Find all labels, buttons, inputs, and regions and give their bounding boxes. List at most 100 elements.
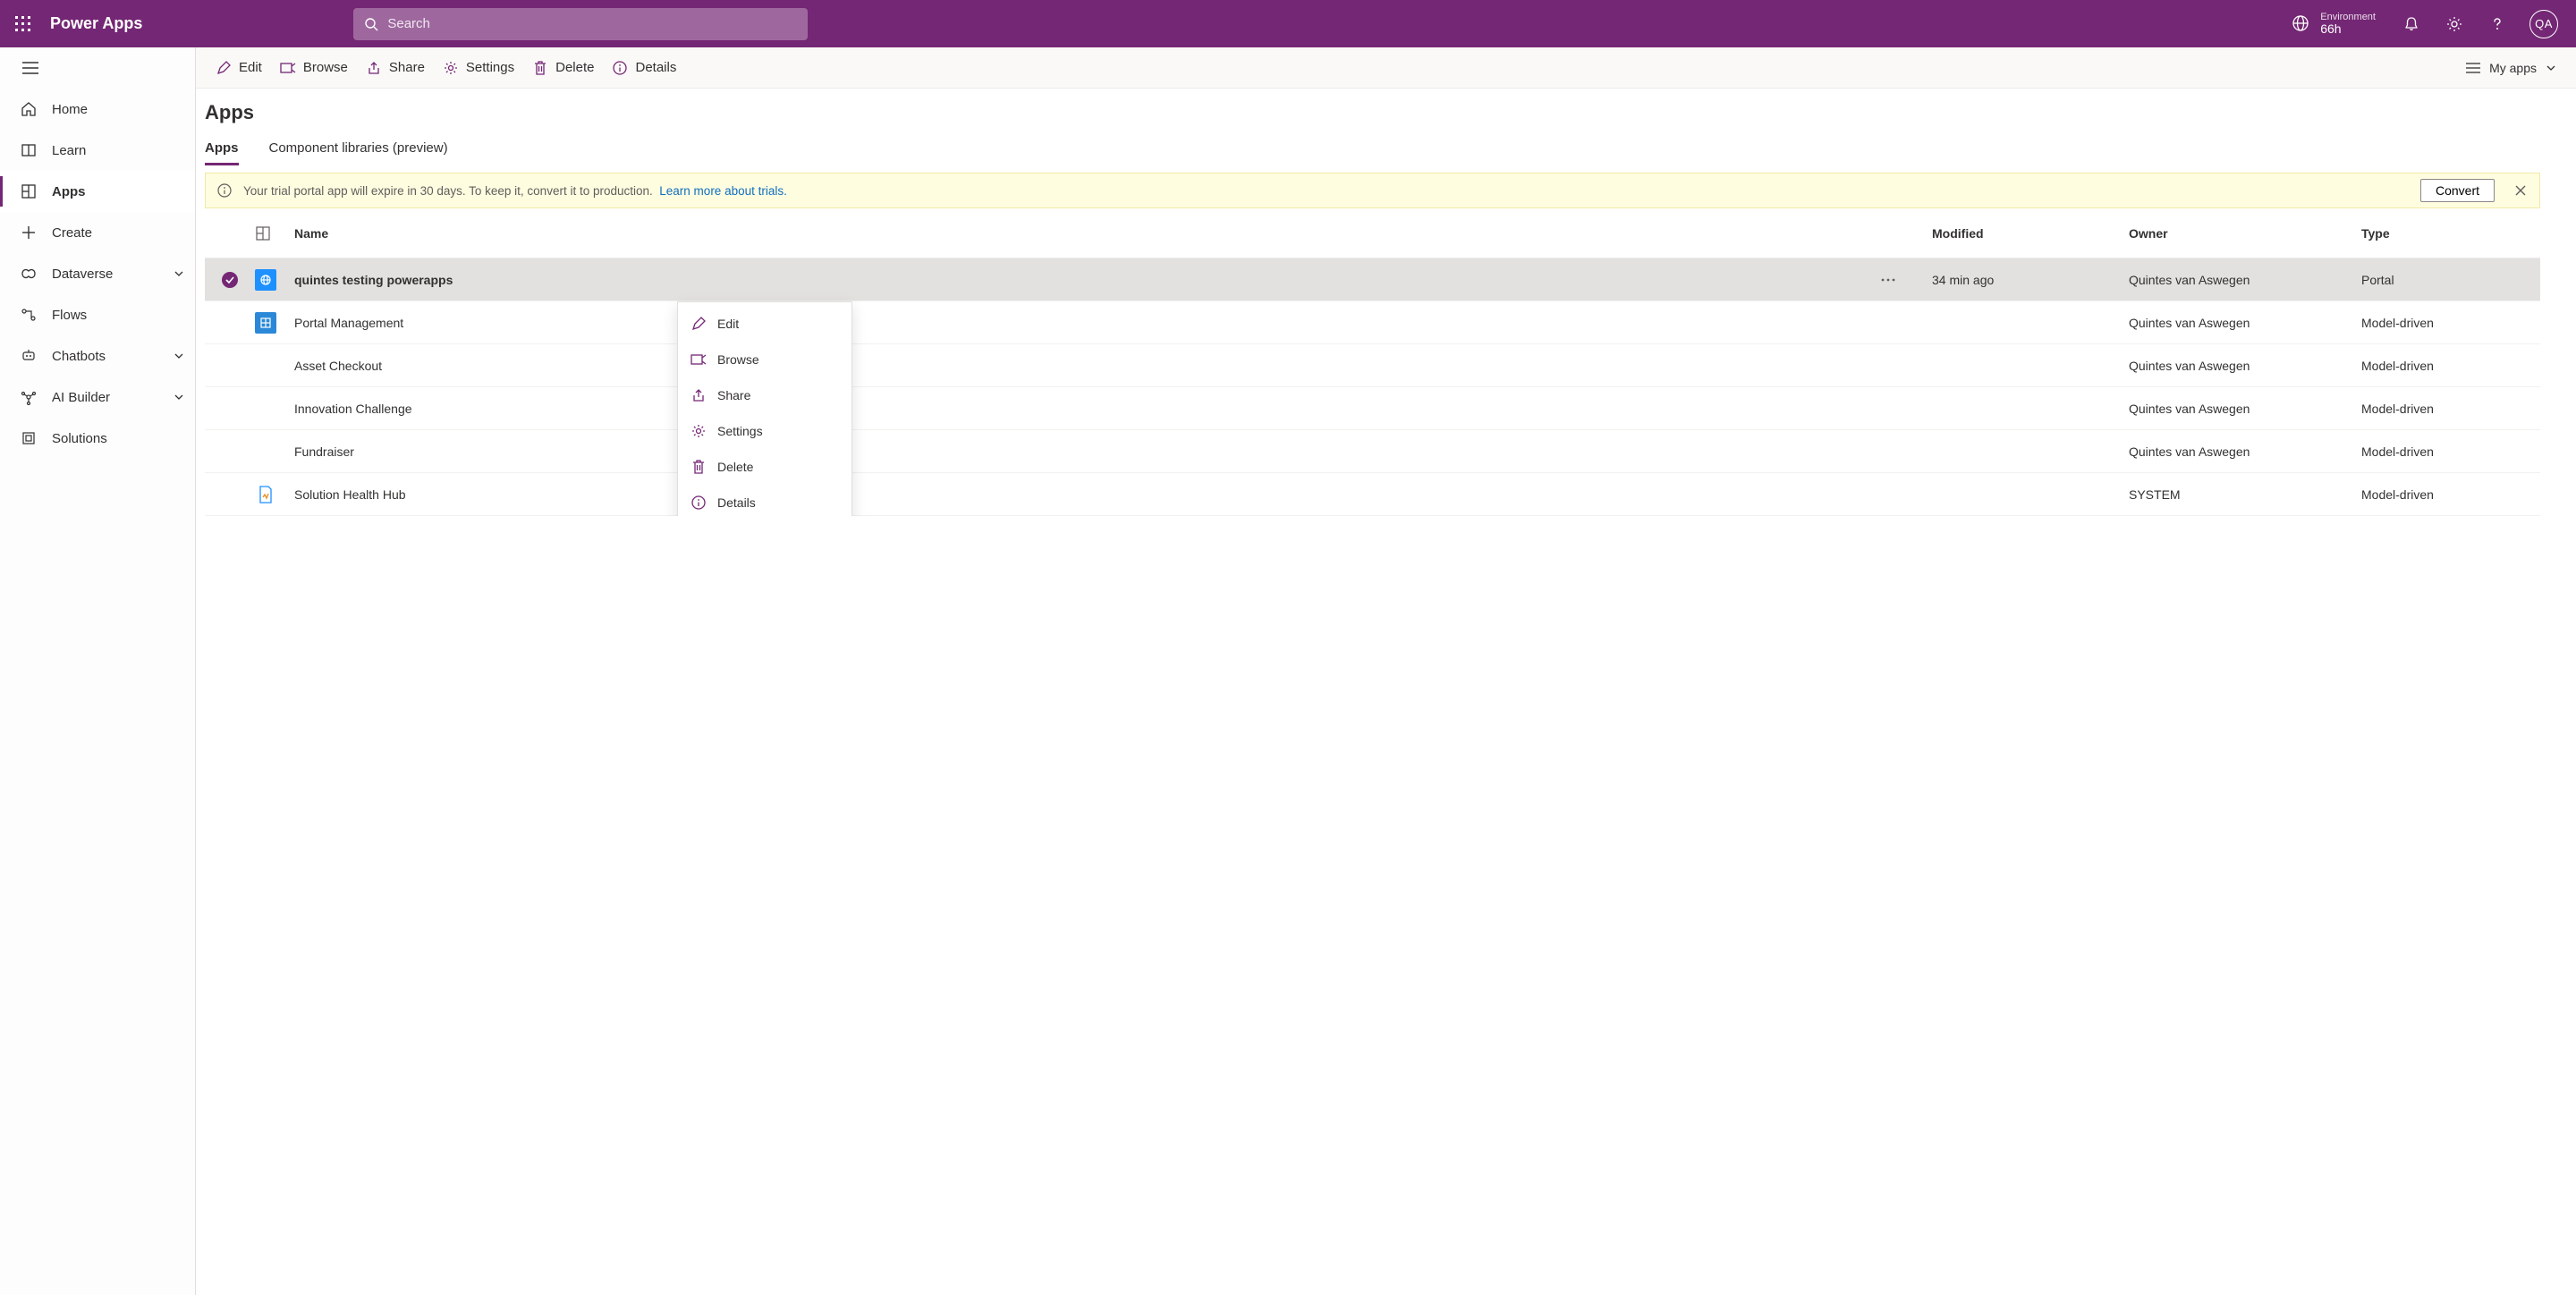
table-row[interactable]: Innovation Challenge Quintes van Aswegen… [205, 387, 2540, 430]
info-icon [691, 495, 707, 511]
row-name: Innovation Challenge [294, 402, 1878, 416]
settings-icon[interactable] [2444, 13, 2465, 35]
portal-app-icon [255, 269, 276, 291]
table-row[interactable]: Asset Checkout Quintes van Aswegen Model… [205, 344, 2540, 387]
sidebar-item-chatbots[interactable]: Chatbots [0, 335, 195, 377]
dataverse-icon [20, 266, 38, 282]
convert-button[interactable]: Convert [2420, 179, 2495, 202]
apps-grid: Name Modified Owner Type [205, 208, 2540, 516]
sidebar: Home Learn Apps Create Dataverse [0, 47, 196, 1295]
ctx-label: Share [717, 388, 750, 402]
cmd-label: Edit [239, 60, 262, 75]
sidebar-item-flows[interactable]: Flows [0, 294, 195, 335]
user-avatar[interactable]: QA [2529, 10, 2558, 38]
col-owner[interactable]: Owner [2129, 226, 2361, 241]
sidebar-item-solutions[interactable]: Solutions [0, 418, 195, 459]
grid-header: Name Modified Owner Type [205, 208, 2540, 258]
banner-text: Your trial portal app will expire in 30 … [243, 184, 787, 198]
home-icon [20, 101, 38, 117]
flows-icon [20, 307, 38, 323]
sidebar-item-aibuilder[interactable]: AI Builder [0, 377, 195, 418]
ctx-edit[interactable]: Edit [678, 306, 852, 342]
book-icon [20, 142, 38, 158]
row-more-icon[interactable] [1878, 278, 1898, 282]
cmd-label: Details [635, 60, 676, 75]
search-input[interactable] [387, 16, 797, 31]
chevron-down-icon [2546, 63, 2556, 73]
row-owner: Quintes van Aswegen [2129, 402, 2361, 416]
table-row[interactable]: Fundraiser Quintes van Aswegen Model-dri… [205, 430, 2540, 473]
table-row[interactable]: quintes testing powerapps 34 min ago Qui… [205, 258, 2540, 301]
apps-icon [20, 183, 38, 199]
health-doc-icon [255, 484, 276, 505]
chevron-down-icon [174, 392, 184, 402]
table-row[interactable]: Portal Management Quintes van Aswegen Mo… [205, 301, 2540, 344]
row-modified: 34 min ago [1932, 273, 2129, 287]
sidebar-item-label: Home [52, 102, 88, 117]
cmd-share[interactable]: Share [366, 60, 425, 76]
ctx-label: Settings [717, 424, 763, 438]
environment-name: 66h [2320, 22, 2376, 36]
sidebar-item-label: Dataverse [52, 267, 113, 282]
sidebar-item-label: Create [52, 225, 92, 241]
col-name[interactable]: Name [294, 226, 1878, 241]
cmd-edit[interactable]: Edit [216, 60, 262, 76]
ctx-details[interactable]: Details [678, 485, 852, 516]
sidebar-item-label: Flows [52, 308, 87, 323]
row-name: Solution Health Hub [294, 487, 1878, 502]
share-icon [691, 387, 707, 403]
globe-icon [2292, 14, 2309, 32]
col-type[interactable]: Type [2361, 226, 2540, 241]
help-icon[interactable] [2487, 13, 2508, 35]
hamburger-icon[interactable] [20, 57, 41, 79]
info-icon [216, 182, 233, 199]
ctx-browse[interactable]: Browse [678, 342, 852, 377]
ai-builder-icon [20, 389, 38, 405]
ctx-share[interactable]: Share [678, 377, 852, 413]
ctx-label: Edit [717, 317, 739, 331]
gear-icon [443, 60, 459, 76]
app-launcher-icon[interactable] [11, 12, 36, 37]
delete-icon [532, 60, 548, 76]
edit-icon [216, 60, 232, 76]
cmd-browse[interactable]: Browse [280, 60, 348, 76]
row-type: Model-driven [2361, 444, 2540, 459]
banner-link[interactable]: Learn more about trials. [659, 184, 787, 198]
sidebar-item-label: AI Builder [52, 390, 110, 405]
col-modified[interactable]: Modified [1932, 226, 2129, 241]
list-icon [2466, 63, 2480, 73]
product-name[interactable]: Power Apps [50, 14, 142, 33]
notifications-icon[interactable] [2401, 13, 2422, 35]
environment-picker[interactable]: Environment 66h [2292, 12, 2376, 36]
tab-component-libraries[interactable]: Component libraries (preview) [269, 140, 448, 165]
cmd-delete[interactable]: Delete [532, 60, 594, 76]
chevron-down-icon [174, 268, 184, 279]
row-selected-icon[interactable] [222, 272, 238, 288]
ctx-label: Details [717, 495, 756, 510]
ctx-settings[interactable]: Settings [678, 413, 852, 449]
search-box[interactable] [353, 8, 808, 40]
chatbots-icon [20, 348, 38, 364]
browse-icon [691, 351, 707, 368]
cmd-details[interactable]: Details [612, 60, 676, 76]
cmd-label: Browse [303, 60, 348, 75]
share-icon [366, 60, 382, 76]
sidebar-item-learn[interactable]: Learn [0, 130, 195, 171]
sidebar-item-dataverse[interactable]: Dataverse [0, 253, 195, 294]
row-type: Model-driven [2361, 402, 2540, 416]
gear-icon [691, 423, 707, 439]
view-selector[interactable]: My apps [2466, 61, 2556, 75]
sidebar-item-home[interactable]: Home [0, 89, 195, 130]
banner-message: Your trial portal app will expire in 30 … [243, 184, 653, 198]
sidebar-item-create[interactable]: Create [0, 212, 195, 253]
table-row[interactable]: Solution Health Hub SYSTEM Model-driven [205, 473, 2540, 516]
close-icon[interactable] [2512, 182, 2529, 199]
sidebar-item-label: Solutions [52, 431, 107, 446]
edit-icon [691, 316, 707, 332]
cmd-settings[interactable]: Settings [443, 60, 514, 76]
ctx-delete[interactable]: Delete [678, 449, 852, 485]
plus-icon [20, 225, 38, 240]
row-type: Portal [2361, 273, 2540, 287]
sidebar-item-apps[interactable]: Apps [0, 171, 195, 212]
tab-apps[interactable]: Apps [205, 140, 239, 165]
